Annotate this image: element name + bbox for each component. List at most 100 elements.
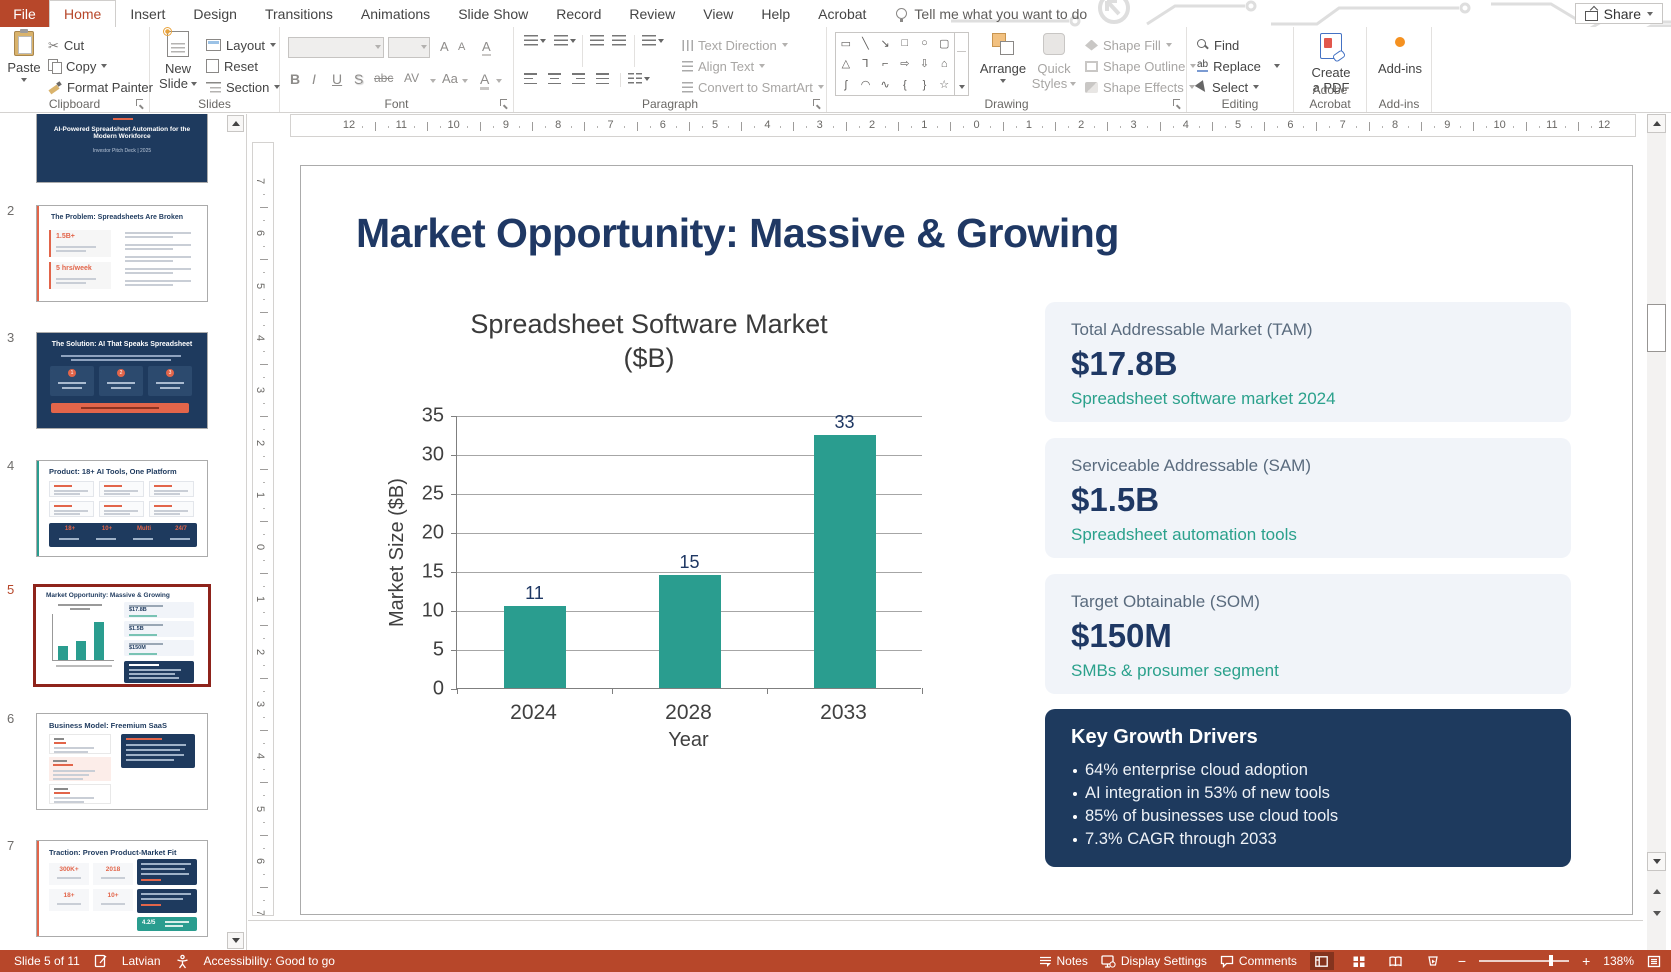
market-card-2[interactable]: Serviceable Addressable (SAM)$1.5BSpread… [1045, 438, 1571, 558]
shape-icon-0[interactable]: ▭ [836, 33, 856, 54]
decrease-indent-button[interactable] [590, 35, 604, 46]
paste-button[interactable]: Paste [6, 31, 42, 82]
shape-icon-1[interactable]: ╲ [856, 33, 876, 54]
shape-icon-10[interactable]: ⇩ [915, 54, 935, 75]
font-name-combobox[interactable] [288, 37, 384, 58]
shape-icon-8[interactable]: ⌐ [875, 54, 895, 75]
thumbnail-scroll-up-button[interactable] [227, 115, 244, 132]
shape-icon-4[interactable]: ○ [915, 33, 935, 54]
main-scrollbar[interactable] [1647, 114, 1666, 950]
font-size-combobox[interactable] [388, 37, 430, 58]
tab-design[interactable]: Design [179, 0, 251, 27]
language-button[interactable]: Latvian [122, 954, 161, 968]
thumbnail-scrollbar[interactable] [227, 114, 244, 950]
notes-button[interactable]: Notes [1039, 954, 1088, 968]
addins-button[interactable]: Add-ins [1375, 37, 1425, 76]
previous-slide-button[interactable] [1647, 882, 1666, 901]
shrink-font-button[interactable]: A [458, 41, 465, 53]
strikethrough-button[interactable]: abc [374, 71, 393, 85]
tab-slide-show[interactable]: Slide Show [444, 0, 542, 27]
shape-icon-3[interactable]: □ [895, 33, 915, 54]
increase-indent-button[interactable] [612, 35, 626, 46]
format-painter-button[interactable]: Format Painter [48, 77, 153, 97]
reading-view-button[interactable] [1384, 952, 1408, 970]
tab-review[interactable]: Review [615, 0, 689, 27]
key-growth-drivers-panel[interactable]: Key Growth Drivers 64% enterprise cloud … [1045, 709, 1571, 867]
new-slide-button[interactable]: New Slide [158, 31, 198, 91]
shape-fill-button[interactable]: Shape Fill [1085, 35, 1172, 55]
scroll-down-button[interactable] [1647, 852, 1666, 871]
market-card-1[interactable]: Total Addressable Market (TAM)$17.8BSpre… [1045, 302, 1571, 422]
scrollbar-thumb[interactable] [1647, 304, 1666, 352]
drawing-dialog-launcher[interactable] [1173, 99, 1182, 108]
shape-icon-11[interactable]: ⌂ [934, 54, 954, 75]
zoom-in-button[interactable]: + [1582, 956, 1590, 966]
accessibility-status[interactable]: Accessibility: Good to go [204, 954, 335, 968]
shape-icon-9[interactable]: ⇨ [895, 54, 915, 75]
character-spacing-button[interactable]: AV [404, 71, 419, 85]
replace-button[interactable]: ab Replace [1197, 56, 1280, 76]
cut-button[interactable]: ✂ Cut [48, 35, 84, 55]
zoom-slider[interactable] [1479, 960, 1569, 962]
align-center-button[interactable] [548, 73, 561, 84]
tell-me-box[interactable]: Tell me what you want to do [896, 0, 1087, 27]
shapes-gallery[interactable]: ▭╲↘□○▢△Ꞁ⌐⇨⇩⌂ʃ◠∿{}☆ [835, 32, 969, 96]
scroll-up-button[interactable] [1647, 114, 1666, 133]
tab-animations[interactable]: Animations [347, 0, 444, 27]
align-text-button[interactable]: Align Text [682, 56, 765, 76]
next-slide-button[interactable] [1647, 904, 1666, 923]
slide-thumbnail-4[interactable]: Product: 18+ AI Tools, One Platform18+10… [36, 460, 208, 557]
proofing-icon[interactable] [94, 954, 108, 968]
change-case-button[interactable]: Aa [442, 71, 458, 86]
tab-view[interactable]: View [689, 0, 747, 27]
columns-button[interactable] [628, 73, 650, 84]
tab-transitions[interactable]: Transitions [251, 0, 347, 27]
slide-thumbnail-6[interactable]: Business Model: Freemium SaaS [36, 713, 208, 810]
shape-effects-button[interactable]: Shape Effects [1085, 77, 1195, 97]
quick-styles-button[interactable]: Quick Styles [1031, 33, 1077, 91]
scrollbar-track[interactable] [1647, 133, 1666, 950]
font-dialog-launcher[interactable] [500, 99, 509, 108]
align-right-button[interactable] [572, 73, 585, 84]
tab-home[interactable]: Home [49, 0, 116, 27]
thumbnail-scroll-down-button[interactable] [227, 932, 244, 949]
font-color-button[interactable]: A [480, 71, 489, 90]
shape-icon-14[interactable]: ∿ [875, 74, 895, 95]
clipboard-dialog-launcher[interactable] [136, 99, 145, 108]
arrange-button[interactable]: Arrange [979, 33, 1027, 83]
shape-icon-16[interactable]: } [915, 74, 935, 95]
shape-icon-12[interactable]: ʃ [836, 74, 856, 95]
comments-button[interactable]: Comments [1220, 954, 1297, 968]
zoom-slider-thumb[interactable] [1549, 955, 1553, 966]
shape-icon-15[interactable]: { [895, 74, 915, 95]
grow-font-button[interactable]: A [440, 39, 449, 54]
shape-icon-2[interactable]: ↘ [875, 33, 895, 54]
slide-canvas[interactable]: Market Opportunity: Massive & Growing Sp… [300, 165, 1633, 915]
tab-file[interactable]: File [0, 0, 49, 27]
slide-thumbnail-1[interactable]: AI-Powered Spreadsheet Automation for th… [36, 114, 208, 183]
clear-formatting-button[interactable]: A [482, 39, 491, 56]
tab-insert[interactable]: Insert [116, 0, 179, 27]
slide-sorter-view-button[interactable] [1347, 952, 1371, 970]
convert-to-smartart-button[interactable]: Convert to SmartArt [682, 77, 824, 97]
tab-record[interactable]: Record [542, 0, 615, 27]
text-shadow-button[interactable]: S [354, 71, 363, 87]
fit-slide-to-window-icon[interactable] [1647, 955, 1661, 968]
reset-button[interactable]: Reset [206, 56, 258, 76]
shape-icon-6[interactable]: △ [836, 54, 856, 75]
shape-icon-17[interactable]: ☆ [934, 74, 954, 95]
zoom-level[interactable]: 138% [1603, 954, 1634, 968]
slide-title[interactable]: Market Opportunity: Massive & Growing [356, 210, 1119, 257]
shape-icon-13[interactable]: ◠ [856, 74, 876, 95]
underline-button[interactable]: U [332, 71, 342, 87]
section-button[interactable]: Section [206, 77, 280, 97]
normal-view-button[interactable] [1310, 952, 1334, 970]
zoom-out-button[interactable]: − [1458, 956, 1466, 966]
bold-button[interactable]: B [290, 71, 300, 87]
layout-button[interactable]: Layout [206, 35, 276, 55]
text-direction-button[interactable]: Text Direction [682, 35, 788, 55]
shape-icon-5[interactable]: ▢ [934, 33, 954, 54]
bullets-button[interactable] [524, 35, 546, 46]
numbering-button[interactable] [554, 35, 576, 46]
copy-button[interactable]: Copy [48, 56, 107, 76]
